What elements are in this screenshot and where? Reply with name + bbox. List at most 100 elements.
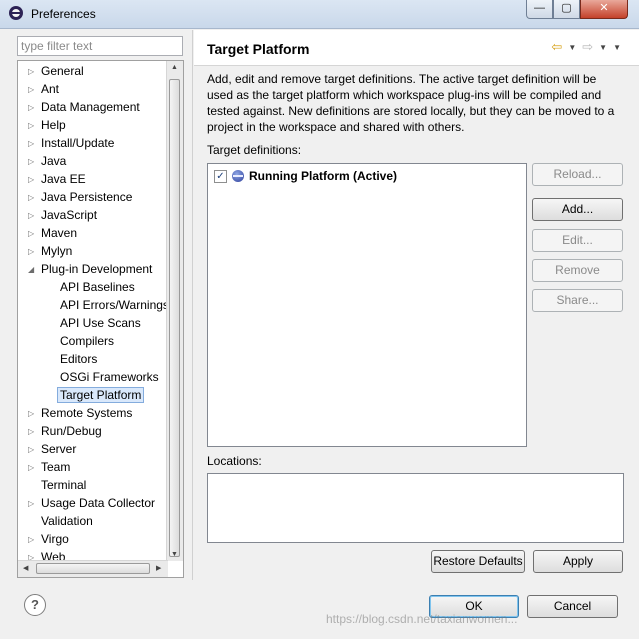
tree-item-target-platform[interactable]: Target Platform (57, 387, 145, 404)
add-button[interactable]: Add... (532, 198, 623, 221)
tree-item-data-management[interactable]: ▷ Data Management (28, 99, 140, 116)
tree-item-label: Terminal (41, 478, 87, 492)
preferences-window: Preferences — ▢ ✕ ▷ General ▷ Ant ▷ Data Mana… (0, 0, 639, 639)
tree-item-remote-systems[interactable]: ▷ Remote Systems (28, 405, 132, 422)
tree-item-java-persistence[interactable]: ▷ Java Persistence (28, 189, 132, 206)
expand-arrow-icon[interactable]: ▷ (28, 171, 37, 188)
tree-item-javascript[interactable]: ▷ JavaScript (28, 207, 98, 224)
tree-item-virgo[interactable]: ▷ Virgo (28, 531, 69, 548)
back-dropdown-icon[interactable]: ▼ (568, 43, 576, 52)
expand-arrow-icon[interactable]: ▷ (28, 459, 37, 476)
tree-item-team[interactable]: ▷ Team (28, 459, 71, 476)
preference-page: Target Platform ⇦ ▼ ⇨ ▼ ▼ Add, edit and … (194, 30, 639, 580)
expand-arrow-icon[interactable]: ▷ (28, 441, 37, 458)
expand-arrow-icon[interactable]: ▷ (28, 423, 37, 440)
tree-item-general[interactable]: ▷ General (28, 63, 84, 80)
expand-arrow-icon[interactable]: ▷ (28, 153, 37, 170)
tree-item-label: Target Platform (57, 387, 145, 403)
tree-item-osgi-frameworks[interactable]: OSGi Frameworks (60, 369, 159, 386)
tree-item-plug-in-development[interactable]: ◢ Plug-in Development (28, 261, 152, 278)
tree-item-label: Java (41, 154, 67, 168)
tree-item-install-update[interactable]: ▷ Install/Update (28, 135, 115, 152)
cancel-button[interactable]: Cancel (527, 595, 618, 618)
tree-item-compilers[interactable]: Compilers (60, 333, 114, 350)
list-item[interactable]: ✓ Running Platform (Active) (214, 167, 397, 185)
tree-item-label: Editors (60, 352, 98, 366)
tree-item-api-use-scans[interactable]: API Use Scans (60, 315, 141, 332)
share-button[interactable]: Share... (532, 289, 623, 312)
tree-item-run-debug[interactable]: ▷ Run/Debug (28, 423, 102, 440)
scroll-left-arrow-icon[interactable]: ◀ (23, 564, 28, 572)
tree-item-ant[interactable]: ▷ Ant (28, 81, 59, 98)
target-definition-icon (232, 170, 244, 182)
locations-list[interactable] (207, 473, 624, 543)
tree-items: ▷ General ▷ Ant ▷ Data Management ▷ Help ▷ Instal… (18, 61, 169, 564)
tree-item-maven[interactable]: ▷ Maven (28, 225, 78, 242)
tree-item-label: OSGi Frameworks (60, 370, 159, 384)
tree-item-label: Help (41, 118, 66, 132)
tree-item-label: Maven (41, 226, 78, 240)
scroll-right-arrow-icon[interactable]: ▶ (156, 564, 161, 572)
tree-vertical-scrollbar[interactable]: ▲ ▼ (166, 61, 183, 561)
tree-horizontal-scrollbar[interactable]: ◀ ▶ (18, 560, 168, 577)
tree-item-help[interactable]: ▷ Help (28, 117, 66, 134)
tree-item-editors[interactable]: Editors (60, 351, 97, 368)
apply-button[interactable]: Apply (533, 550, 623, 573)
tree-item-label: API Baselines (60, 280, 135, 294)
remove-button[interactable]: Remove (532, 259, 623, 282)
tree-item-label: Validation (41, 514, 93, 528)
reload-button[interactable]: Reload... (532, 163, 623, 186)
help-icon[interactable]: ? (24, 594, 46, 616)
expand-arrow-icon[interactable]: ▷ (28, 207, 37, 224)
definition-name: Running Platform (Active) (249, 169, 398, 183)
expand-arrow-icon[interactable]: ▷ (28, 81, 37, 98)
tree-item-usage-data-collector[interactable]: ▷ Usage Data Collector (28, 495, 155, 512)
tree-item-validation[interactable]: Validation (41, 513, 93, 530)
expand-arrow-icon[interactable]: ▷ (28, 405, 37, 422)
tree-item-java[interactable]: ▷ Java (28, 153, 67, 170)
filter-input[interactable] (17, 36, 183, 56)
tree-item-label: Team (41, 460, 71, 474)
tree-item-label: API Use Scans (60, 316, 141, 330)
collapse-arrow-icon[interactable]: ◢ (28, 261, 37, 278)
forward-dropdown-icon[interactable]: ▼ (599, 43, 607, 52)
expand-arrow-icon[interactable]: ▷ (28, 243, 37, 260)
tree-item-label: Install/Update (41, 136, 115, 150)
view-menu-icon[interactable]: ▼ (613, 43, 621, 52)
scroll-up-arrow-icon[interactable]: ▲ (171, 64, 178, 71)
expand-arrow-icon[interactable]: ▷ (28, 135, 37, 152)
tree-item-label: General (41, 64, 84, 78)
maximize-button[interactable]: ▢ (553, 0, 580, 19)
tree-item-label: Virgo (41, 532, 69, 546)
tree-item-mylyn[interactable]: ▷ Mylyn (28, 243, 72, 260)
tree-item-label: Run/Debug (41, 424, 102, 438)
close-button[interactable]: ✕ (580, 0, 628, 19)
tree-vertical-scroll-thumb[interactable] (169, 79, 180, 557)
tree-item-label: Server (41, 442, 77, 456)
expand-arrow-icon[interactable]: ▷ (28, 99, 37, 116)
tree-item-label: API Errors/Warnings (60, 298, 169, 312)
target-definitions-list[interactable]: ✓ Running Platform (Active) (207, 163, 527, 447)
tree-item-server[interactable]: ▷ Server (28, 441, 77, 458)
minimize-button[interactable]: — (526, 0, 553, 19)
definition-checkbox[interactable]: ✓ (214, 169, 227, 183)
tree-item-java-ee[interactable]: ▷ Java EE (28, 171, 86, 188)
expand-arrow-icon[interactable]: ▷ (28, 531, 37, 548)
expand-arrow-icon[interactable]: ▷ (28, 189, 37, 206)
forward-arrow-icon[interactable]: ⇨ (582, 39, 593, 55)
back-arrow-icon[interactable]: ⇦ (551, 39, 562, 55)
tree-horizontal-scroll-thumb[interactable] (36, 563, 150, 574)
expand-arrow-icon[interactable]: ▷ (28, 495, 37, 512)
expand-arrow-icon[interactable]: ▷ (28, 63, 37, 80)
tree-item-label: JavaScript (41, 208, 98, 222)
locations-label: Locations: (207, 454, 262, 468)
scroll-down-arrow-icon[interactable]: ▼ (171, 551, 178, 558)
expand-arrow-icon[interactable]: ▷ (28, 117, 37, 134)
tree-item-api-errors-warnings[interactable]: API Errors/Warnings (60, 297, 169, 314)
restore-defaults-button[interactable]: Restore Defaults (431, 550, 525, 573)
tree-item-terminal[interactable]: Terminal (41, 477, 86, 494)
tree-item-api-baselines[interactable]: API Baselines (60, 279, 135, 296)
edit-button[interactable]: Edit... (532, 229, 623, 252)
title-bar: Preferences — ▢ ✕ (0, 0, 639, 29)
expand-arrow-icon[interactable]: ▷ (28, 225, 37, 242)
